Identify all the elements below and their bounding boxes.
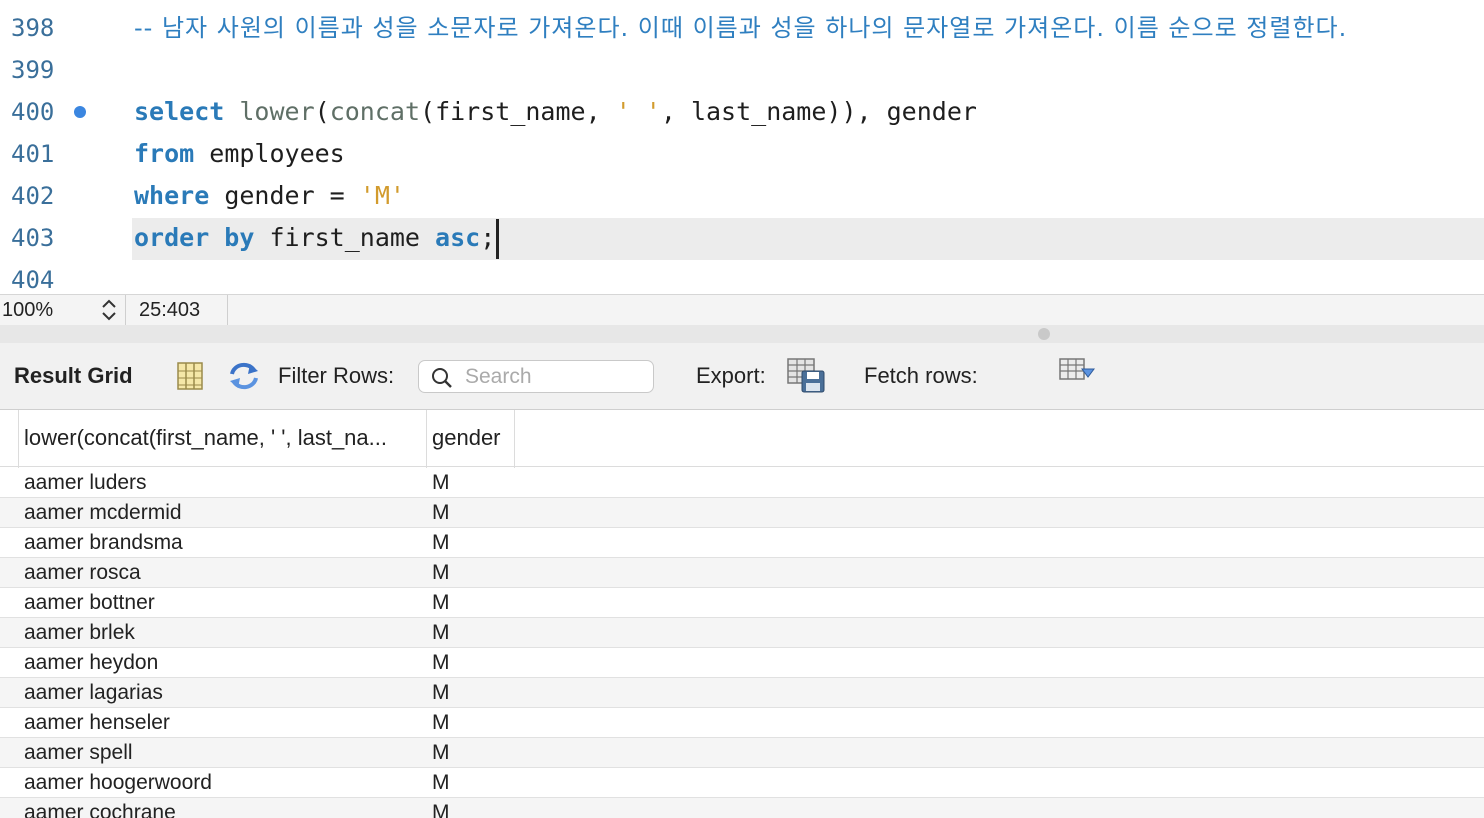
table-row[interactable]: aamer brlek M (0, 618, 1484, 648)
sql-where-line: where gender = 'M' (134, 175, 405, 217)
cell-name[interactable]: aamer luders (24, 468, 147, 497)
cell-gender[interactable]: M (432, 648, 450, 677)
line-number: 403 (11, 224, 55, 252)
cell-name[interactable]: aamer heydon (24, 648, 158, 677)
table-row[interactable]: aamer spell M (0, 738, 1484, 768)
line-number: 399 (11, 56, 55, 84)
editor-line[interactable]: 402 where gender = 'M' (0, 175, 1484, 217)
line-number: 404 (11, 266, 55, 294)
line-number: 398 (11, 14, 55, 42)
column-header-gender[interactable]: gender (432, 410, 501, 466)
paren: ( (314, 97, 330, 126)
search-icon (432, 368, 452, 388)
grid-header: lower(concat(first_name, ' ', last_na...… (0, 410, 1484, 467)
result-toolbar: Result Grid Filter Rows: Export: Fetch (0, 343, 1484, 410)
cell-gender[interactable]: M (432, 558, 450, 587)
splitter-handle-icon[interactable] (1038, 328, 1050, 340)
function-concat: concat (329, 97, 421, 126)
cell-gender[interactable]: M (432, 768, 450, 797)
cell-name[interactable]: aamer rosca (24, 558, 141, 587)
cell-gender[interactable]: M (432, 498, 450, 527)
keyword-select: select (134, 97, 225, 126)
cell-gender[interactable]: M (432, 798, 450, 818)
line-number: 400 (11, 98, 55, 126)
cell-gender[interactable]: M (432, 618, 450, 647)
search-input[interactable] (465, 365, 645, 389)
filter-rows-label: Filter Rows: (278, 363, 395, 388)
sql-from-line: from employees (134, 133, 345, 175)
result-grid[interactable]: lower(concat(first_name, ' ', last_na...… (0, 410, 1484, 818)
status-divider (227, 295, 228, 325)
text-caret (496, 219, 500, 259)
line-number: 401 (11, 140, 55, 168)
editor-line[interactable]: 404 (0, 259, 1484, 294)
code-text: (first_name, (420, 97, 616, 126)
pane-splitter[interactable] (0, 325, 1484, 343)
string-literal: ' ' (615, 97, 661, 126)
editor-line[interactable]: 403 order by first_name asc; (0, 217, 1484, 259)
cell-gender[interactable]: M (432, 738, 450, 767)
code-text: gender = (209, 181, 360, 210)
cell-gender[interactable]: M (432, 468, 450, 497)
cell-gender[interactable]: M (432, 528, 450, 557)
zoom-level[interactable]: 100% (2, 295, 53, 325)
cell-name[interactable]: aamer mcdermid (24, 498, 182, 527)
sql-comment: -- 남자 사원의 이름과 성을 소문자로 가져온다. 이때 이름과 성을 하나… (134, 14, 1348, 42)
cell-name[interactable]: aamer hoogerwoord (24, 768, 212, 797)
cell-name[interactable]: aamer brandsma (24, 528, 183, 557)
cell-name[interactable]: aamer brlek (24, 618, 135, 647)
code-text: , last_name)), gender (660, 97, 977, 126)
column-header-name[interactable]: lower(concat(first_name, ' ', last_na... (24, 410, 424, 466)
table-row[interactable]: aamer henseler M (0, 708, 1484, 738)
breakpoint-marker-icon[interactable] (74, 106, 86, 118)
sql-editor[interactable]: 398 -- 남자 사원의 이름과 성을 소문자로 가져온다. 이때 이름과 성… (0, 0, 1484, 294)
cell-name[interactable]: aamer bottner (24, 588, 155, 617)
cell-name[interactable]: aamer lagarias (24, 678, 163, 707)
line-number: 402 (11, 182, 55, 210)
cell-gender[interactable]: M (432, 678, 450, 707)
table-row[interactable]: aamer lagarias M (0, 678, 1484, 708)
editor-line[interactable]: 399 (0, 49, 1484, 91)
table-row[interactable]: aamer brandsma M (0, 528, 1484, 558)
zoom-stepper-icon[interactable] (100, 298, 118, 322)
table-row[interactable]: aamer rosca M (0, 558, 1484, 588)
sql-order-line: order by first_name asc; (134, 217, 500, 259)
grid-layout-icon[interactable] (176, 361, 204, 391)
function-lower: lower (239, 97, 315, 126)
keyword-asc: asc (435, 223, 481, 252)
table-row[interactable]: aamer luders M (0, 468, 1484, 498)
editor-line[interactable]: 398 -- 남자 사원의 이름과 성을 소문자로 가져온다. 이때 이름과 성… (0, 7, 1484, 49)
keyword-where: where (134, 181, 210, 210)
cell-name[interactable]: aamer cochrane (24, 798, 176, 818)
editor-line[interactable]: 401 from employees (0, 133, 1484, 175)
table-row[interactable]: aamer heydon M (0, 648, 1484, 678)
table-row[interactable]: aamer hoogerwoord M (0, 768, 1484, 798)
export-label: Export: (696, 363, 766, 388)
cursor-position: 25:403 (139, 299, 201, 321)
table-row[interactable]: aamer mcdermid M (0, 498, 1484, 528)
table-row[interactable]: aamer bottner M (0, 588, 1484, 618)
table-row[interactable]: aamer cochrane M (0, 798, 1484, 818)
cell-name[interactable]: aamer henseler (24, 708, 170, 737)
refresh-icon[interactable] (226, 360, 262, 392)
filter-search-box[interactable] (418, 360, 654, 393)
result-grid-label[interactable]: Result Grid (14, 343, 133, 409)
export-icon[interactable] (786, 357, 826, 393)
sql-select-line: select lower(concat(first_name, ' ', las… (134, 91, 977, 133)
fetch-rows-icon[interactable] (1058, 357, 1096, 387)
code-text: ; (480, 223, 496, 252)
editor-line[interactable]: 400 select lower(concat(first_name, ' ',… (0, 91, 1484, 133)
code-text: employees (194, 139, 345, 168)
code-text: first_name (254, 223, 436, 252)
cell-gender[interactable]: M (432, 708, 450, 737)
string-literal: 'M' (359, 181, 405, 210)
status-divider (125, 295, 126, 325)
grid-rows: aamer luders M aamer mcdermid M aamer bran… (0, 468, 1484, 818)
cell-gender[interactable]: M (432, 588, 450, 617)
cell-name[interactable]: aamer spell (24, 738, 133, 767)
keyword-from: from (134, 139, 195, 168)
fetch-rows-label: Fetch rows: (864, 363, 978, 388)
keyword-order-by: order by (134, 223, 255, 252)
editor-status-bar: 100% 25:403 (0, 294, 1484, 326)
